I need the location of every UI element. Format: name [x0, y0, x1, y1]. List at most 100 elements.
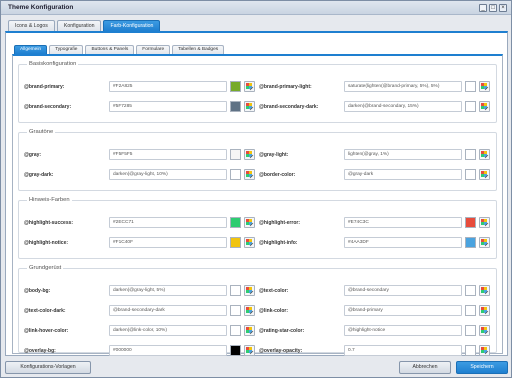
color-swatch[interactable]: [465, 237, 476, 248]
field-input[interactable]: darken(@link-color, 10%): [109, 325, 227, 336]
color-picker-icon[interactable]: [244, 285, 255, 296]
window-title: Theme Konfiguration: [8, 4, 74, 11]
field-label: @text-color-dark:: [24, 308, 66, 314]
field-label: @overlay-bg:: [24, 348, 56, 354]
color-picker-icon[interactable]: [479, 101, 490, 112]
field-row: @brand-secondary: #5F7285: [24, 101, 256, 112]
tab-konfiguration[interactable]: Konfiguration: [56, 20, 102, 31]
color-swatch[interactable]: [465, 285, 476, 296]
color-swatch[interactable]: [465, 149, 476, 160]
cancel-button[interactable]: Abbrechen: [399, 361, 451, 374]
color-swatch[interactable]: [465, 169, 476, 180]
subtab-buttons-panels[interactable]: Buttons & Panels: [85, 45, 135, 54]
color-picker-icon[interactable]: [244, 81, 255, 92]
color-swatch[interactable]: [230, 169, 241, 180]
section-2: Hinweis-Farben @highlight-success: #2ECC71…: [18, 197, 497, 259]
field-label: @highlight-success:: [24, 220, 74, 226]
field-input[interactable]: #000000: [109, 345, 227, 356]
color-picker-icon[interactable]: [479, 325, 490, 336]
color-picker-icon[interactable]: [479, 345, 490, 356]
color-picker-icon[interactable]: [244, 101, 255, 112]
field-input[interactable]: @highlight-notice: [344, 325, 462, 336]
field-input[interactable]: #4AA3DF: [344, 237, 462, 248]
field-input[interactable]: darken(@brand-secondary, 15%): [344, 101, 462, 112]
field-input[interactable]: @brand-secondary: [344, 285, 462, 296]
color-picker-icon[interactable]: [244, 169, 255, 180]
field-input[interactable]: 0.7: [344, 345, 462, 356]
color-swatch[interactable]: [465, 305, 476, 316]
color-picker-icon[interactable]: [244, 217, 255, 228]
field-input[interactable]: #F1C40F: [109, 237, 227, 248]
field-input[interactable]: lighten(@gray, 1%): [344, 149, 462, 160]
save-button[interactable]: Speichern: [456, 361, 508, 374]
color-picker-icon[interactable]: [479, 305, 490, 316]
field-input[interactable]: saturate(lighten(@brand-primary, 5%), 5%…: [344, 81, 462, 92]
title-bar[interactable]: Theme Konfiguration _ □ ×: [1, 1, 511, 15]
field-row: @gray-dark: darken(@gray-light, 10%): [24, 169, 256, 180]
field-label: @highlight-notice:: [24, 240, 69, 246]
field-input[interactable]: #E74C3C: [344, 217, 462, 228]
field-label: @highlight-info:: [259, 240, 298, 246]
field-input[interactable]: #F2A825: [109, 81, 227, 92]
templates-button[interactable]: Konfigurations-Vorlagen: [5, 361, 91, 374]
field-input[interactable]: #F5F5F5: [109, 149, 227, 160]
tab-farb-konfiguration[interactable]: Farb-Konfiguration: [103, 20, 161, 31]
color-swatch[interactable]: [230, 217, 241, 228]
color-swatch[interactable]: [230, 149, 241, 160]
color-swatch[interactable]: [230, 285, 241, 296]
maximize-icon[interactable]: □: [489, 4, 497, 12]
field-row: @highlight-error: #E74C3C: [259, 217, 491, 228]
color-picker-icon[interactable]: [479, 285, 490, 296]
color-picker-icon[interactable]: [244, 305, 255, 316]
main-panel: Allgemein Typografie Buttons & Panels Fo…: [5, 31, 508, 356]
color-swatch[interactable]: [230, 345, 241, 356]
field-input[interactable]: darken(@gray-light, 5%): [109, 285, 227, 296]
color-swatch[interactable]: [465, 217, 476, 228]
field-input[interactable]: @brand-primary: [344, 305, 462, 316]
field-row: @text-color-dark: @brand-secondary-dark: [24, 305, 256, 316]
color-picker-icon[interactable]: [244, 345, 255, 356]
subtab-allgemein[interactable]: Allgemein: [14, 45, 48, 54]
subtab-tabellen-badges[interactable]: Tabellen & Badges: [172, 45, 225, 54]
color-picker-icon[interactable]: [479, 81, 490, 92]
field-label: @rating-star-color:: [259, 328, 305, 334]
color-swatch[interactable]: [230, 237, 241, 248]
field-row: @rating-star-color: @highlight-notice: [259, 325, 491, 336]
color-swatch[interactable]: [230, 305, 241, 316]
color-picker-icon[interactable]: [479, 169, 490, 180]
subtab-typografie[interactable]: Typografie: [49, 45, 84, 54]
color-picker-icon[interactable]: [244, 237, 255, 248]
field-label: @gray-dark:: [24, 172, 54, 178]
color-swatch[interactable]: [230, 325, 241, 336]
footer-bar: Konfigurations-Vorlagen Abbrechen Speich…: [5, 361, 508, 377]
field-row: @text-color: @brand-secondary: [259, 285, 491, 296]
field-label: @overlay-opacity:: [259, 348, 303, 354]
field-input[interactable]: #5F7285: [109, 101, 227, 112]
field-label: @gray:: [24, 152, 42, 158]
field-input[interactable]: #2ECC71: [109, 217, 227, 228]
color-swatch[interactable]: [465, 345, 476, 356]
close-icon[interactable]: ×: [499, 4, 507, 12]
color-picker-icon[interactable]: [479, 149, 490, 160]
field-label: @brand-secondary:: [24, 104, 72, 110]
subtab-formulare[interactable]: Formulare: [136, 45, 171, 54]
theme-config-window: Theme Konfiguration _ □ × Icons & Logos …: [0, 0, 512, 378]
field-row: @overlay-bg: #000000: [24, 345, 256, 356]
field-label: @highlight-error:: [259, 220, 300, 226]
field-label: @text-color:: [259, 288, 289, 294]
minimize-icon[interactable]: _: [479, 4, 487, 12]
tab-icons-logos[interactable]: Icons & Logos: [8, 20, 55, 31]
color-picker-icon[interactable]: [479, 237, 490, 248]
color-swatch[interactable]: [230, 81, 241, 92]
field-input[interactable]: @gray-dark: [344, 169, 462, 180]
color-picker-icon[interactable]: [479, 217, 490, 228]
color-swatch[interactable]: [230, 101, 241, 112]
color-swatch[interactable]: [465, 81, 476, 92]
color-picker-icon[interactable]: [244, 325, 255, 336]
field-input[interactable]: darken(@gray-light, 10%): [109, 169, 227, 180]
color-swatch[interactable]: [465, 325, 476, 336]
field-input[interactable]: @brand-secondary-dark: [109, 305, 227, 316]
field-row: @gray: #F5F5F5: [24, 149, 256, 160]
color-picker-icon[interactable]: [244, 149, 255, 160]
color-swatch[interactable]: [465, 101, 476, 112]
